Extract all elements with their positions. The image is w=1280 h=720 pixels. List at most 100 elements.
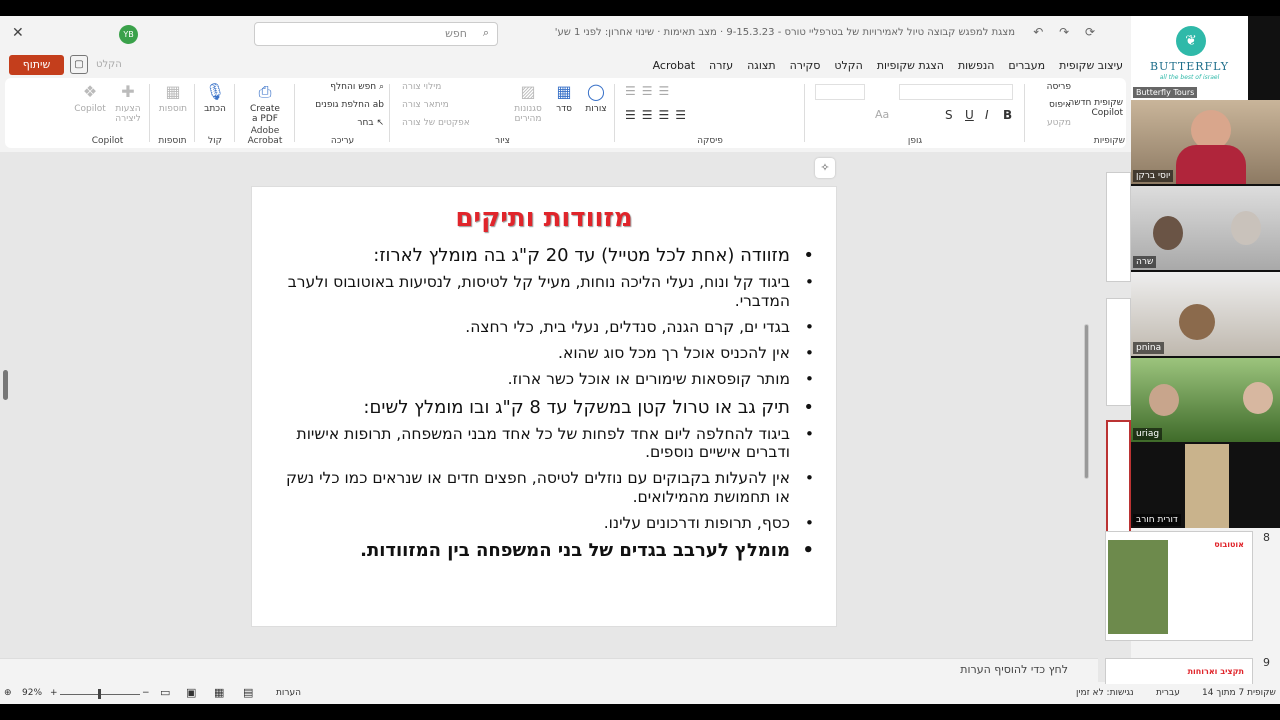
acrobat-group: ⎙ Create a PDF Adobe Acrobat: [235, 78, 295, 148]
select-button[interactable]: בחר ↖: [357, 118, 384, 128]
accessibility-status[interactable]: נגישות: לא זמין: [1076, 688, 1134, 698]
slideshow-view-icon[interactable]: ▭: [160, 686, 170, 699]
zoom-level[interactable]: 92%: [22, 688, 42, 698]
new-slide-button[interactable]: שקופית חדשה Copilot: [1068, 98, 1123, 118]
slide-thumbnail[interactable]: [1106, 298, 1131, 406]
fit-slide-icon[interactable]: ⊕: [4, 688, 12, 698]
slide-thumbnail-active[interactable]: [1106, 420, 1131, 536]
shape-fill-button[interactable]: מילוי צורה: [402, 82, 441, 92]
participant-name: שרה: [1133, 256, 1157, 268]
designer-icon[interactable]: ✧: [815, 158, 835, 178]
voice-group: 🎙 הכתב קול: [195, 78, 235, 148]
share-button[interactable]: שיתוף: [9, 55, 64, 75]
quick-styles-button[interactable]: ▨ סגנונות מהירים: [508, 82, 548, 124]
tab-acrobat[interactable]: Acrobat: [653, 59, 695, 72]
dictate-button[interactable]: 🎙 הכתב: [199, 82, 231, 114]
slide-bullet[interactable]: אין להכניס אוכל רך מכל סוג שהוא.: [278, 344, 818, 363]
participant-tile[interactable]: דורית חורב: [1131, 444, 1280, 528]
slide-bullet[interactable]: מזוודה (אחת לכל מטייל) עד 20 ק"ג בה מומל…: [278, 245, 818, 266]
document-title[interactable]: מצגת למפגש קבוצה טיול לאמירויות של בטרפל…: [555, 27, 1015, 38]
create-pdf-button[interactable]: ⎙ Create a PDF: [243, 82, 287, 124]
slide-bullet[interactable]: בגדי ים, קרם הגנה, סנדלים, נעלי בית, כלי…: [278, 318, 818, 337]
slide-bullet[interactable]: תיק גב או טרול קטן במשקל עד 8 ק"ג ובו מו…: [278, 397, 818, 418]
reading-view-icon[interactable]: ▣: [186, 686, 196, 699]
slide-bullet[interactable]: כסף, תרופות ודרכונים עלינו.: [278, 514, 818, 533]
tab-help[interactable]: עזרה: [709, 59, 733, 72]
copilot-button[interactable]: ❖ Copilot: [73, 82, 107, 114]
shape-effects-button[interactable]: אפקטים של צורה: [402, 118, 470, 128]
zoom-out-button[interactable]: −: [142, 688, 150, 698]
vertical-scrollbar[interactable]: [1082, 152, 1098, 658]
tab-slideshow[interactable]: הצגת שקופיות: [877, 59, 944, 72]
participant-face: [1149, 384, 1179, 416]
participant-tile[interactable]: שרה: [1131, 186, 1280, 270]
close-icon[interactable]: ✕: [12, 25, 24, 41]
zoom-in-button[interactable]: +: [50, 688, 58, 698]
slide-bullet[interactable]: מומלץ לערבב בגדים של בני המשפחה בין המזו…: [278, 540, 818, 561]
ribbon-tabs: שיתוף ▢ הקלט עיצוב שקופית מעברים הנפשות …: [0, 54, 1131, 78]
language-status[interactable]: עברית: [1156, 688, 1180, 698]
suggestions-icon: ✚: [121, 82, 135, 101]
tab-record[interactable]: הקלט: [834, 59, 862, 72]
tab-animations[interactable]: הנפשות: [958, 59, 994, 72]
notes-pane[interactable]: לחץ כדי להוסיף הערות: [0, 658, 1098, 680]
slide-title[interactable]: מזוודות ותיקים: [252, 203, 836, 233]
search-box[interactable]: חפש ⌕: [254, 22, 498, 46]
addins-button[interactable]: ▦ תוספות: [154, 82, 192, 114]
paragraph-group: ☰☰☰ ☰☰☰☰ פיסקה: [615, 78, 805, 148]
slide-bullet[interactable]: אין להעלות בקבוקים עם נוזלים לטיסה, חפצי…: [278, 469, 818, 506]
host-tile[interactable]: ❦ BUTTERFLY all the best of israel Butte…: [1131, 16, 1248, 100]
slide-bullet[interactable]: ביגוד להחלפה ליום אחד לפחות של כל אחד מב…: [278, 425, 818, 462]
strikethrough-icon[interactable]: S: [945, 108, 953, 122]
font-size-icon[interactable]: Aa: [875, 108, 889, 121]
normal-view-icon[interactable]: ▤: [243, 686, 253, 699]
notes-toggle-button[interactable]: הערות: [276, 688, 301, 698]
tab-view[interactable]: תצוגה: [747, 59, 775, 72]
tab-design[interactable]: עיצוב שקופית: [1059, 59, 1123, 72]
slide-thumbnail[interactable]: [1106, 172, 1131, 282]
quick-styles-label-2: מהירים: [514, 114, 542, 124]
replace-fonts-button[interactable]: החלפת גופנים ab: [315, 100, 384, 110]
copilot-group-label: Copilot: [91, 136, 124, 146]
section-button[interactable]: מקטע: [1047, 118, 1071, 128]
user-avatar[interactable]: YB: [119, 25, 138, 44]
tab-list: עיצוב שקופית מעברים הנפשות הצגת שקופיות …: [653, 59, 1123, 72]
participant-tile[interactable]: pnina: [1131, 272, 1280, 356]
scrollbar-thumb[interactable]: [1084, 324, 1089, 479]
zoom-slider-knob[interactable]: [98, 689, 101, 699]
addins-group: ▦ תוספות תוספות: [150, 78, 195, 148]
italic-icon[interactable]: I: [985, 108, 989, 122]
tab-review[interactable]: סקירה: [790, 59, 821, 72]
preview-title-8: אוטובוס: [1214, 540, 1244, 549]
alignment-icons[interactable]: ☰☰☰☰: [625, 108, 692, 122]
slide-bullets[interactable]: מזוודה (אחת לכל מטייל) עד 20 ק"ג בה מומל…: [278, 245, 818, 569]
record-button[interactable]: הקלט: [96, 59, 122, 70]
participant-tile[interactable]: יוסי ברקן: [1131, 100, 1280, 184]
find-replace-button[interactable]: חפש והחלף ⌕: [330, 82, 384, 92]
copilot-icon: ❖: [82, 82, 98, 101]
zoom-slider[interactable]: [60, 689, 140, 699]
tab-transitions[interactable]: מעברים: [1008, 59, 1045, 72]
shape-outline-button[interactable]: מיתאר צורה: [402, 100, 449, 110]
comments-icon[interactable]: ▢: [70, 55, 88, 74]
arrange-button[interactable]: ▦ סדר: [550, 82, 578, 114]
font-size-select[interactable]: [815, 84, 865, 100]
layout-button[interactable]: פריסה: [1047, 82, 1071, 92]
current-slide[interactable]: מזוודות ותיקים מזוודה (אחת לכל מטייל) עד…: [251, 186, 837, 627]
slide-bullet[interactable]: מותר קופסאות שימורים או אוכל כשר ארוז.: [278, 370, 818, 389]
microphone-icon: 🎙: [204, 82, 226, 101]
slide-preview-8[interactable]: אוטובוס: [1105, 531, 1253, 641]
shapes-button[interactable]: ◯ צורות: [582, 82, 610, 114]
list-icons[interactable]: ☰☰☰: [625, 84, 675, 98]
slide-bullet[interactable]: ביגוד קל ונוח, נעלי הליכה נוחות, מעיל קל…: [278, 273, 818, 310]
participant-face: [1153, 216, 1183, 250]
pane-resize-handle[interactable]: [3, 370, 8, 400]
slide-editor: ✧ מזוודות ותיקים מזוודה (אחת לכל מטייל) …: [0, 152, 1098, 658]
sorter-view-icon[interactable]: ▦: [214, 686, 224, 699]
quick-access-icons[interactable]: ↶ ↷ ⟳: [1033, 25, 1101, 39]
font-name-select[interactable]: [899, 84, 1013, 100]
bold-icon[interactable]: B: [1003, 108, 1012, 122]
participant-tile[interactable]: uriag: [1131, 358, 1280, 442]
suggestions-button[interactable]: ✚ הצעות ליצירה: [109, 82, 147, 124]
underline-icon[interactable]: U: [965, 108, 974, 122]
